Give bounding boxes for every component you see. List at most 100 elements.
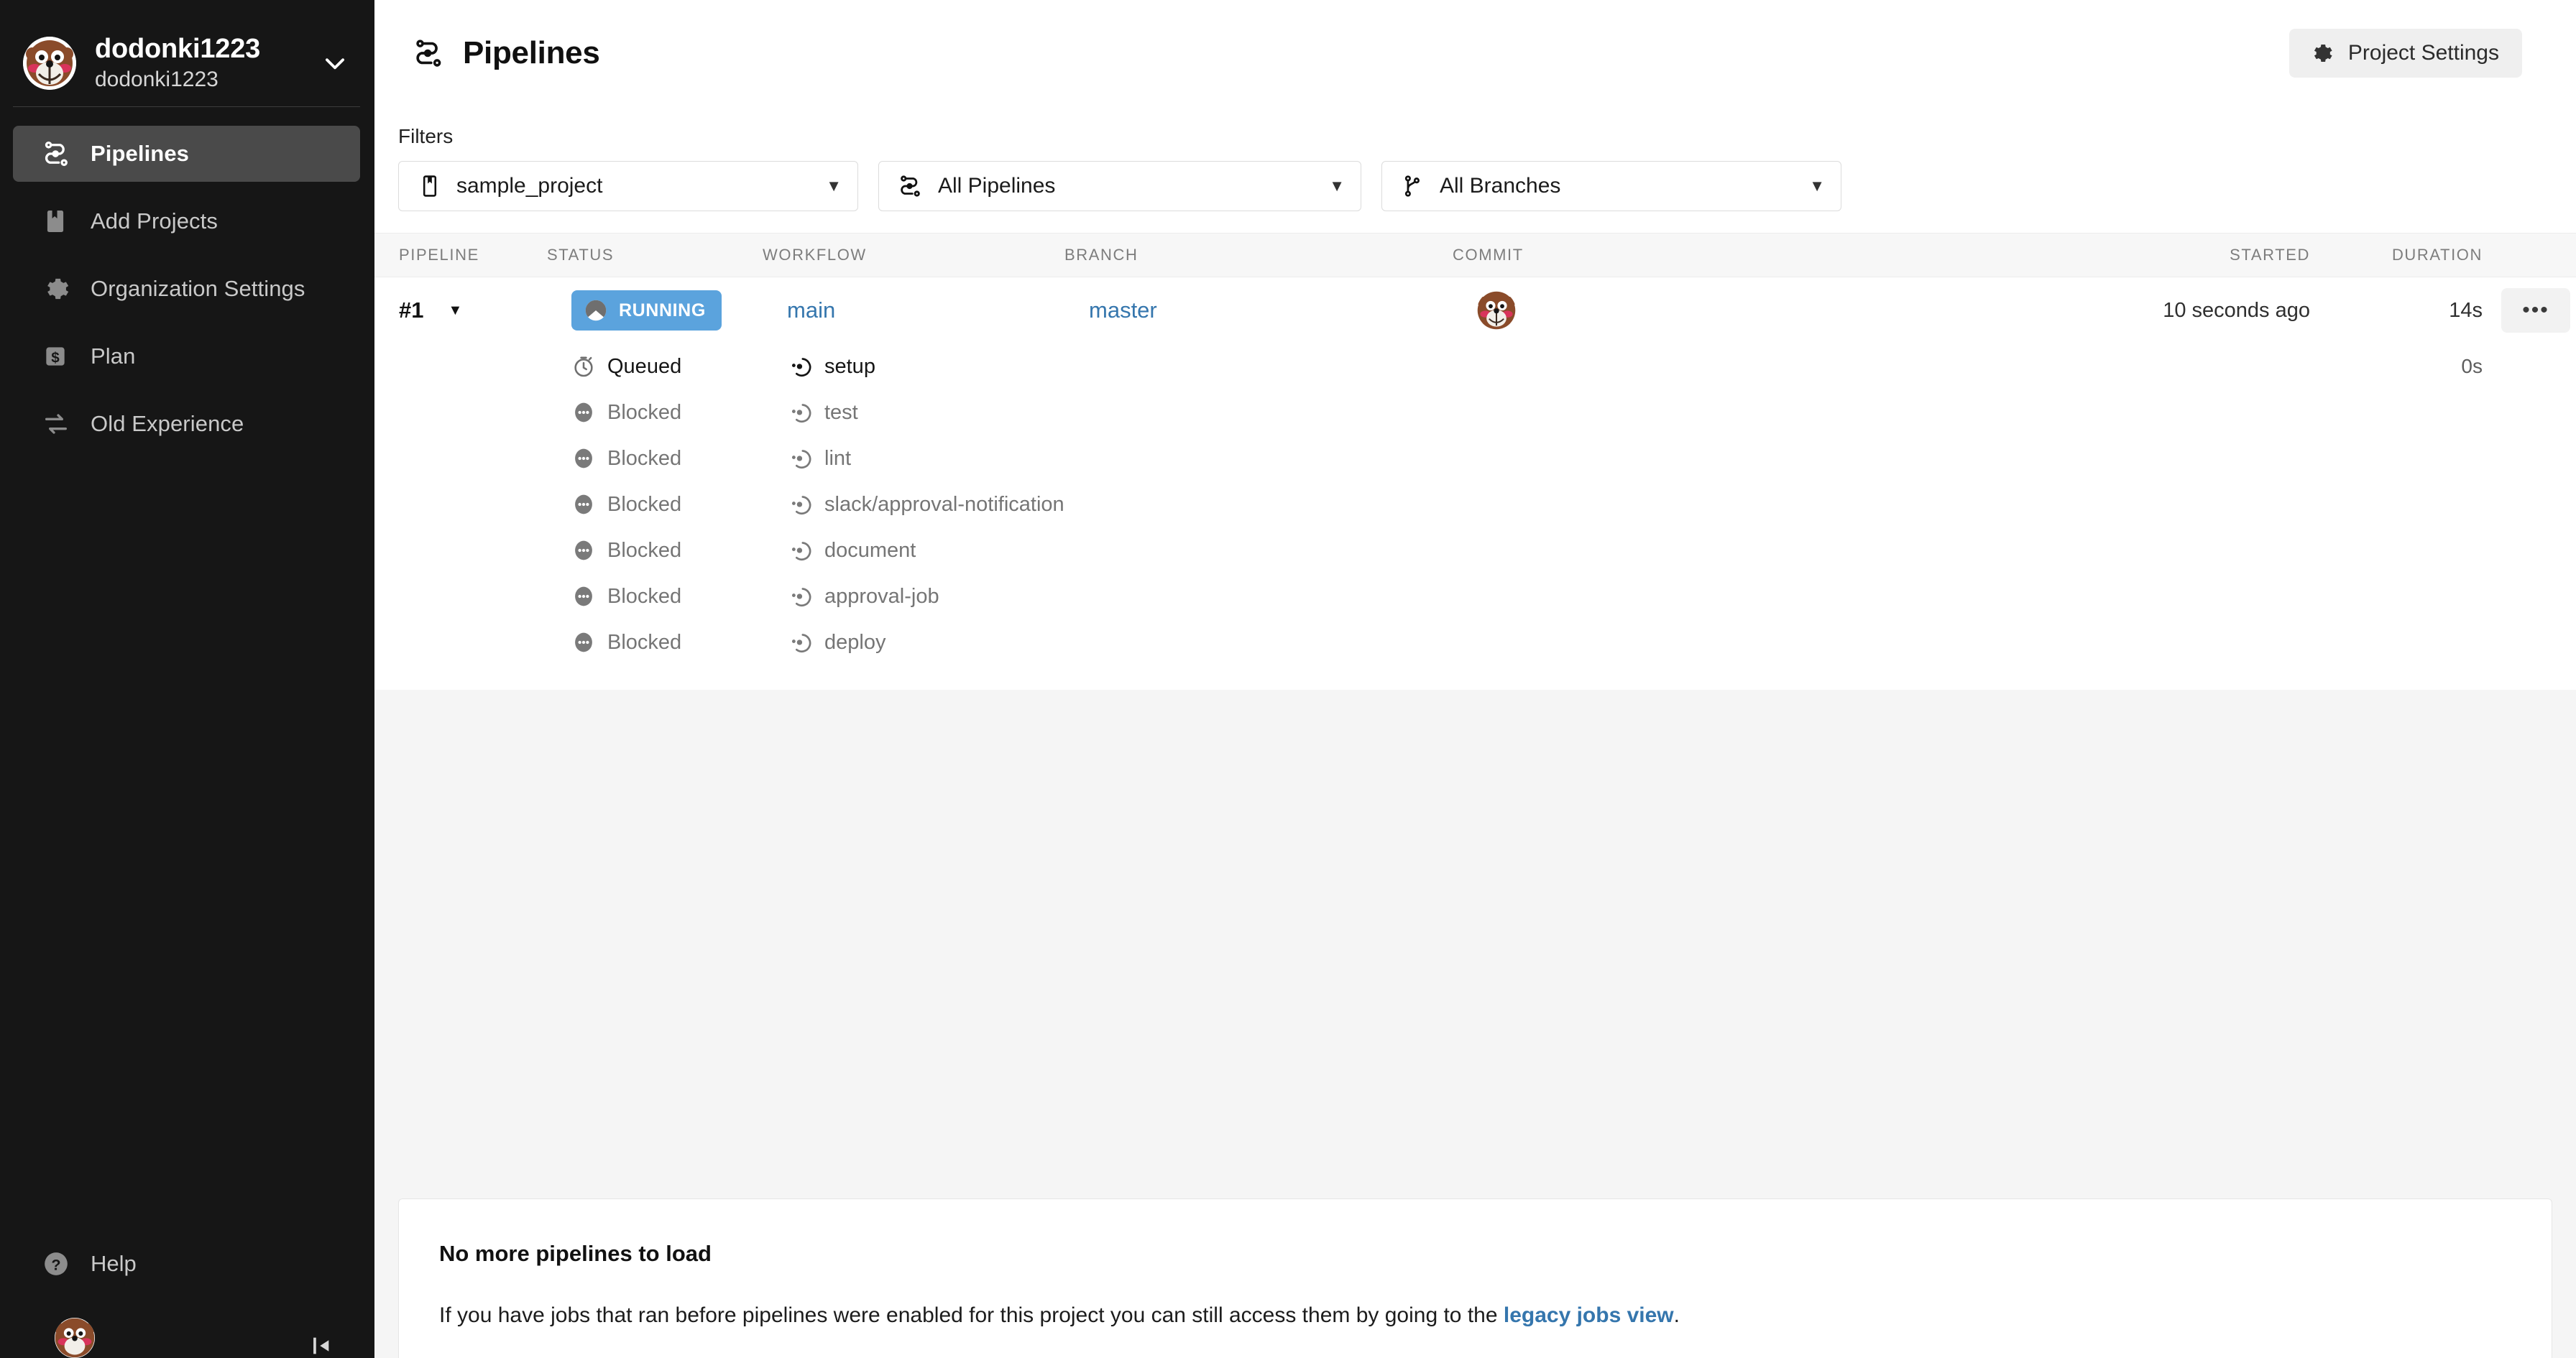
project-filter-value: sample_project — [456, 174, 826, 198]
pipeline-cell: #1 ▼ — [399, 297, 571, 323]
job-name-label: deploy — [824, 631, 886, 655]
job-row[interactable]: Blocked approval-job — [374, 573, 2576, 619]
job-status-cell: Blocked — [571, 492, 787, 517]
sidebar-item-label: Plan — [91, 343, 135, 369]
topbar: Pipelines Project Settings — [374, 0, 2576, 106]
job-status-cell: Blocked — [571, 400, 787, 425]
job-name-cell: setup — [787, 354, 1506, 379]
project-filter-select[interactable]: sample_project ▼ — [398, 161, 858, 211]
chevron-down-icon[interactable] — [321, 50, 353, 77]
gear-icon — [42, 274, 75, 303]
org-avatar — [23, 37, 76, 90]
sidebar-item-old-experience[interactable]: Old Experience — [13, 396, 360, 452]
job-name-cell: test — [787, 400, 1506, 425]
org-handle: dodonki1223 — [95, 66, 321, 93]
table-bottom-padding — [374, 665, 2576, 690]
pipeline-number: #1 — [399, 297, 423, 323]
content-area: Filters sample_project ▼ — [374, 106, 2576, 690]
started-cell: 10 seconds ago — [2073, 299, 2310, 323]
sidebar-item-label: Old Experience — [91, 411, 244, 437]
branches-filter-value: All Branches — [1440, 174, 1809, 198]
job-row[interactable]: Blockeddeploy — [374, 619, 2576, 665]
job-status-cell: Blocked — [571, 584, 787, 609]
avatar[interactable] — [1477, 291, 1516, 330]
org-switcher[interactable]: dodonki1223 dodonki1223 — [0, 0, 374, 106]
pipelines-filter-value: All Pipelines — [938, 174, 1329, 198]
job-row[interactable]: Blockedlint — [374, 435, 2576, 481]
svg-text:?: ? — [51, 1255, 60, 1273]
branches-filter-select[interactable]: All Branches ▼ — [1381, 161, 1841, 211]
avatar[interactable] — [55, 1318, 95, 1358]
sidebar-footer — [13, 1292, 360, 1358]
blocked-icon — [571, 400, 596, 425]
job-status-cell: Blocked — [571, 446, 787, 471]
job-name-cell: lint — [787, 446, 1506, 471]
status-badge[interactable]: RUNNING — [571, 290, 722, 331]
sidebar-item-plan[interactable]: $ Plan — [13, 328, 360, 384]
duration-value: 14s — [2449, 299, 2483, 322]
job-name-label: setup — [824, 355, 875, 379]
column-header-workflow: WORKFLOW — [763, 246, 1064, 264]
sidebar-item-help[interactable]: ? Help — [13, 1236, 360, 1292]
job-row[interactable]: Queued setup 0s — [374, 343, 2576, 389]
sidebar-item-add-projects[interactable]: Add Projects — [13, 193, 360, 249]
pipelines-icon — [42, 139, 75, 169]
job-status-cell: Queued — [571, 354, 787, 379]
job-row[interactable]: Blockedtest — [374, 389, 2576, 435]
chevron-down-icon[interactable]: ▼ — [448, 303, 462, 318]
legacy-jobs-view-link[interactable]: legacy jobs view — [1504, 1303, 1674, 1327]
status-cell: RUNNING — [571, 290, 787, 331]
no-more-pipelines-text: If you have jobs that ran before pipelin… — [439, 1301, 2511, 1329]
chevron-down-icon: ▼ — [1809, 178, 1825, 194]
timer-icon — [571, 354, 596, 379]
table-row[interactable]: #1 ▼ — [374, 277, 2576, 343]
commit-cell — [1477, 291, 2073, 330]
column-header-branch: BRANCH — [1064, 246, 1453, 264]
footer-text-after: . — [1674, 1303, 1680, 1327]
chevron-down-icon: ▼ — [826, 178, 842, 194]
row-more-actions-button[interactable]: ••• — [2501, 288, 2570, 333]
question-circle-icon: ? — [42, 1250, 75, 1278]
branch-link[interactable]: master — [1089, 297, 1157, 323]
sidebar-item-label: Organization Settings — [91, 276, 305, 302]
blocked-icon — [571, 630, 596, 655]
column-header-status: STATUS — [547, 246, 763, 264]
job-name-cell: approval-job — [787, 584, 1506, 609]
sidebar-nav: Pipelines Add Projects Organization Sett… — [0, 107, 374, 463]
pipelines-filter-select[interactable]: All Pipelines ▼ — [878, 161, 1361, 211]
job-name-label: approval-job — [824, 585, 939, 609]
table-header-row: PIPELINE STATUS WORKFLOW BRANCH COMMIT S… — [374, 233, 2576, 277]
job-row[interactable]: Blocked slack/approval-notification — [374, 481, 2576, 527]
no-more-pipelines-card: No more pipelines to load If you have jo… — [398, 1198, 2552, 1358]
pipelines-table: PIPELINE STATUS WORKFLOW BRANCH COMMIT S… — [374, 233, 2576, 690]
job-status-label: Blocked — [607, 585, 681, 609]
blocked-icon — [571, 584, 596, 609]
svg-text:$: $ — [51, 350, 60, 366]
job-duration-cell: 0s — [2310, 355, 2490, 378]
column-header-commit: COMMIT — [1453, 246, 2073, 264]
sidebar-item-pipelines[interactable]: Pipelines — [13, 126, 360, 182]
job-name-label: slack/approval-notification — [824, 493, 1064, 517]
filters-section: Filters sample_project ▼ — [374, 106, 2576, 233]
main-content: Pipelines Project Settings Filters — [374, 0, 2576, 1358]
branch-icon — [1401, 174, 1425, 198]
job-row[interactable]: Blocked document — [374, 527, 2576, 573]
blocked-icon — [571, 492, 596, 517]
job-status-cell: Blocked — [571, 538, 787, 563]
job-name-cell: deploy — [787, 630, 1506, 655]
job-rows: Queuedsetup0sBlockedtestBlockedlintBlock… — [374, 343, 2576, 665]
sidebar-item-label: Add Projects — [91, 208, 218, 234]
job-icon — [787, 400, 811, 425]
job-name-cell: document — [787, 538, 1506, 563]
project-settings-button[interactable]: Project Settings — [2289, 29, 2522, 78]
job-icon — [787, 492, 811, 517]
workflow-cell: main — [787, 297, 1089, 323]
sidebar-item-label: Pipelines — [91, 141, 189, 167]
job-status-label: Blocked — [607, 539, 681, 563]
job-icon — [787, 354, 811, 379]
sidebar-item-organization-settings[interactable]: Organization Settings — [13, 261, 360, 317]
collapse-sidebar-icon[interactable] — [308, 1334, 333, 1358]
workflow-link[interactable]: main — [787, 297, 835, 323]
duration-cell: 14s — [2310, 299, 2490, 323]
job-icon — [787, 538, 811, 563]
